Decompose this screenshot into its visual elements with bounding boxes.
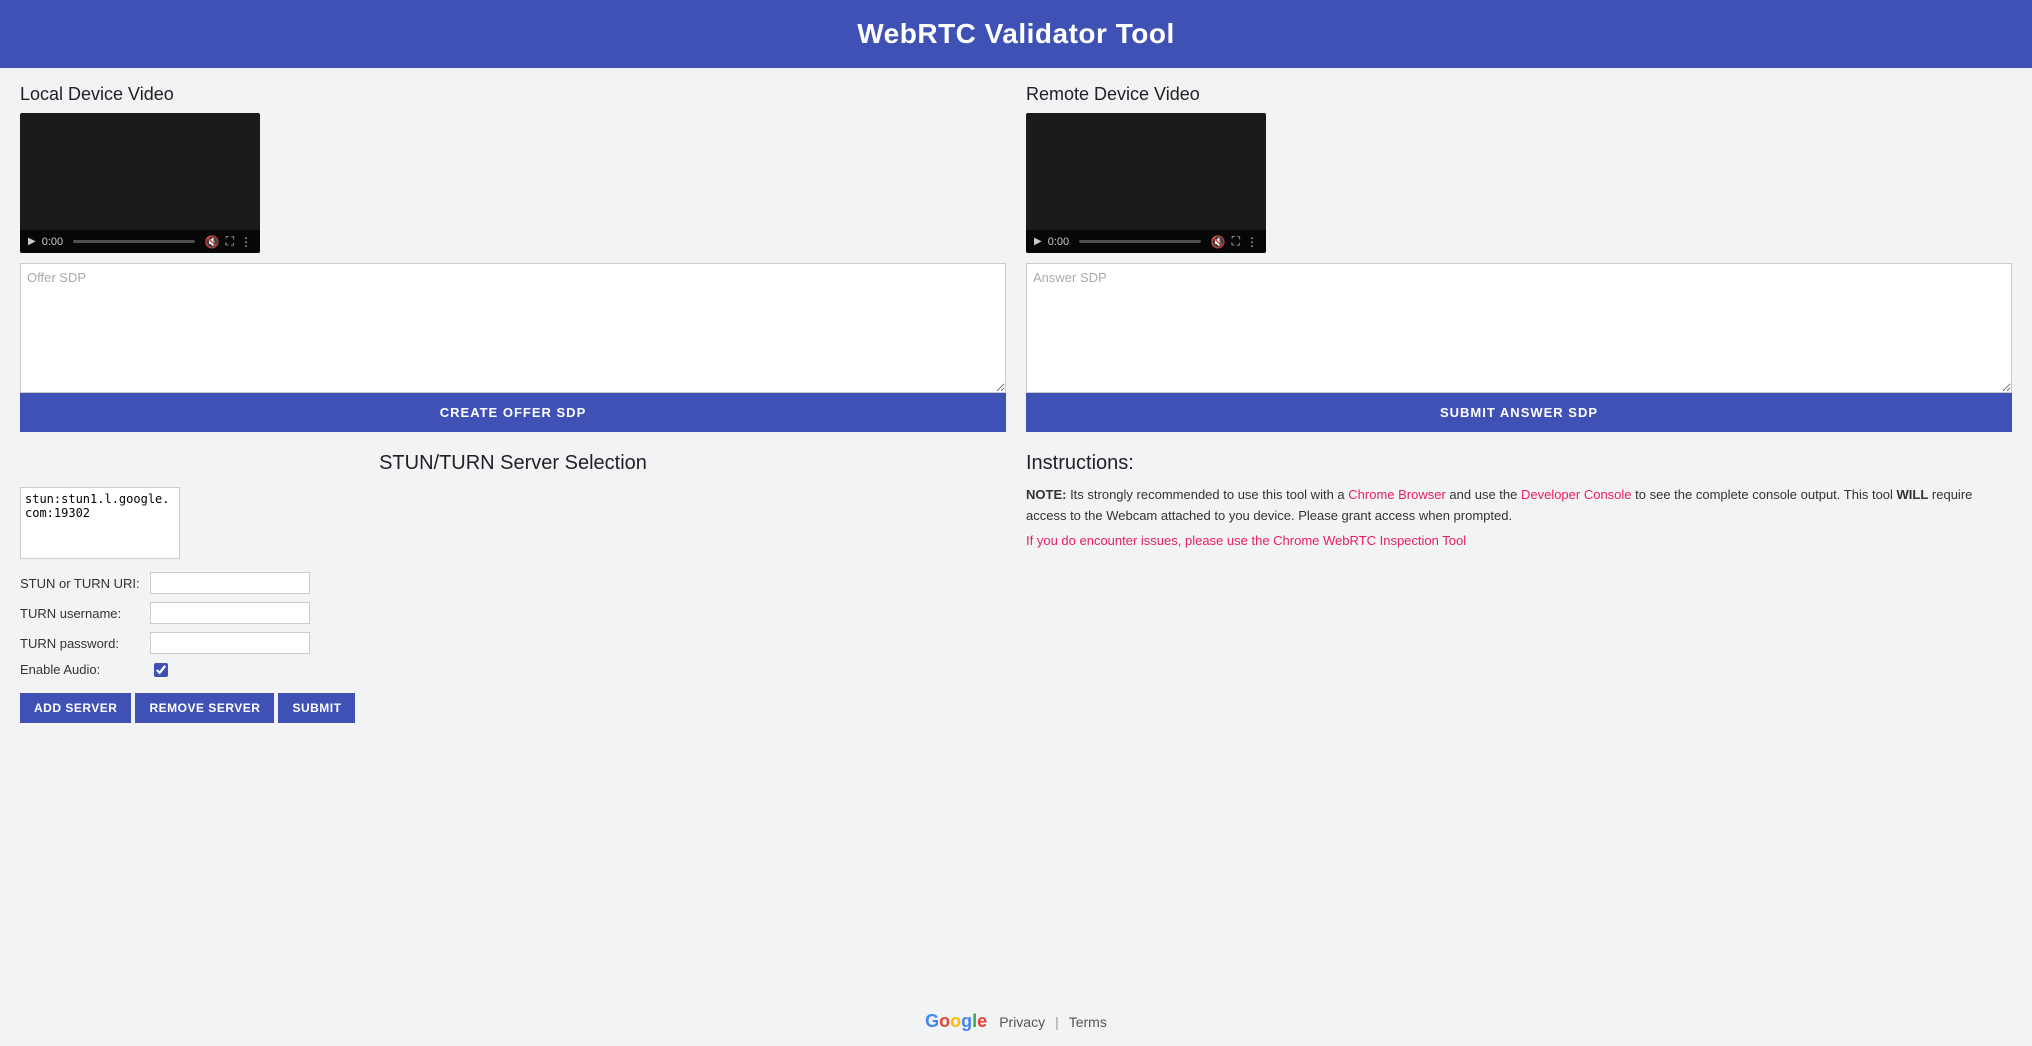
submit-button[interactable]: SUBMIT — [278, 693, 355, 723]
local-video-player[interactable]: ▶ 0:00 🔇 ⛶ ⋮ — [20, 113, 260, 253]
remote-fullscreen-icon[interactable]: ⛶ — [1232, 234, 1240, 249]
note-text: Its strongly recommended to use this too… — [1066, 487, 1348, 502]
remote-time-display: 0:00 — [1048, 236, 1069, 248]
remote-video-section: Remote Device Video ▶ 0:00 🔇 ⛶ ⋮ — [1026, 84, 2012, 393]
turn-username-label: TURN username: — [20, 606, 150, 621]
enable-audio-label: Enable Audio: — [20, 662, 150, 677]
link2-prefix: If you do encounter issues, please use t… — [1026, 533, 1273, 548]
turn-username-input[interactable] — [150, 602, 310, 624]
privacy-link[interactable]: Privacy — [999, 1014, 1045, 1030]
remote-video-player[interactable]: ▶ 0:00 🔇 ⛶ ⋮ — [1026, 113, 1266, 253]
remote-progress-bar — [1079, 240, 1201, 243]
remote-sdp-section — [1026, 253, 2012, 393]
chrome-webrtc-link[interactable]: Chrome WebRTC Inspection Tool — [1273, 533, 1466, 548]
footer-separator: | — [1055, 1014, 1059, 1030]
stun-uri-row: STUN or TURN URI: — [20, 572, 1006, 594]
chrome-browser-link[interactable]: Chrome Browser — [1348, 487, 1446, 502]
g-letter-blue: G — [925, 1011, 939, 1032]
local-more-icon[interactable]: ⋮ — [240, 235, 252, 249]
note-line2: If you do encounter issues, please use t… — [1026, 531, 2012, 552]
bottom-section: STUN/TURN Server Selection stun:stun1.l.… — [20, 452, 2012, 743]
local-volume-icon[interactable]: 🔇 — [205, 235, 220, 249]
sdp-buttons-row: CREATE OFFER SDP SUBMIT ANSWER SDP — [20, 393, 2012, 432]
local-fullscreen-icon[interactable]: ⛶ — [226, 234, 234, 249]
server-list[interactable]: stun:stun1.l.google.com:19302 — [20, 487, 180, 559]
note-label: NOTE: — [1026, 487, 1066, 502]
add-server-button[interactable]: ADD SERVER — [20, 693, 131, 723]
turn-password-input[interactable] — [150, 632, 310, 654]
local-video-label: Local Device Video — [20, 84, 1006, 105]
g-letter-red: o — [939, 1011, 950, 1032]
remote-video-label: Remote Device Video — [1026, 84, 2012, 105]
submit-answer-sdp-button[interactable]: SUBMIT ANSWER SDP — [1026, 393, 2012, 432]
local-progress-bar — [73, 240, 195, 243]
stun-turn-title: STUN/TURN Server Selection — [20, 452, 1006, 475]
remote-video-controls: ▶ 0:00 🔇 ⛶ ⋮ — [1026, 230, 1266, 253]
turn-password-label: TURN password: — [20, 636, 150, 651]
google-logo: Google — [925, 1011, 987, 1032]
offer-sdp-input[interactable] — [20, 263, 1006, 393]
after-text: to see the complete console output. This… — [1632, 487, 1897, 502]
remote-more-icon[interactable]: ⋮ — [1246, 235, 1258, 249]
g-letter-blue2: g — [961, 1011, 972, 1032]
remote-play-icon[interactable]: ▶ — [1034, 236, 1042, 247]
local-video-controls: ▶ 0:00 🔇 ⛶ ⋮ — [20, 230, 260, 253]
enable-audio-checkbox[interactable] — [154, 663, 168, 677]
developer-console-link[interactable]: Developer Console — [1521, 487, 1632, 502]
stun-turn-section: STUN/TURN Server Selection stun:stun1.l.… — [20, 452, 1006, 723]
page-header: WebRTC Validator Tool — [0, 0, 2032, 68]
terms-link[interactable]: Terms — [1069, 1014, 1107, 1030]
local-play-icon[interactable]: ▶ — [28, 236, 36, 247]
remove-server-button[interactable]: REMOVE SERVER — [135, 693, 274, 723]
instructions-body: NOTE: Its strongly recommended to use th… — [1026, 485, 2012, 551]
page-footer: Google Privacy | Terms — [0, 997, 2032, 1046]
local-sdp-section — [20, 253, 1006, 393]
create-offer-sdp-button[interactable]: CREATE OFFER SDP — [20, 393, 1006, 432]
enable-audio-row: Enable Audio: — [20, 662, 1006, 677]
instructions-title: Instructions: — [1026, 452, 2012, 475]
answer-sdp-input[interactable] — [1026, 263, 2012, 393]
stun-uri-input[interactable] — [150, 572, 310, 594]
will-text: WILL — [1897, 487, 1929, 502]
turn-username-row: TURN username: — [20, 602, 1006, 624]
instructions-section: Instructions: NOTE: Its strongly recomme… — [1026, 452, 2012, 723]
g-letter-red2: e — [977, 1011, 987, 1032]
local-time-display: 0:00 — [42, 236, 63, 248]
turn-password-row: TURN password: — [20, 632, 1006, 654]
and-text: and use the — [1446, 487, 1521, 502]
remote-volume-icon[interactable]: 🔇 — [1211, 235, 1226, 249]
stun-uri-label: STUN or TURN URI: — [20, 576, 150, 591]
g-letter-yellow: o — [950, 1011, 961, 1032]
local-video-section: Local Device Video ▶ 0:00 🔇 ⛶ ⋮ — [20, 84, 1006, 393]
server-buttons-group: ADD SERVER REMOVE SERVER SUBMIT — [20, 693, 1006, 723]
page-title: WebRTC Validator Tool — [20, 18, 2012, 50]
